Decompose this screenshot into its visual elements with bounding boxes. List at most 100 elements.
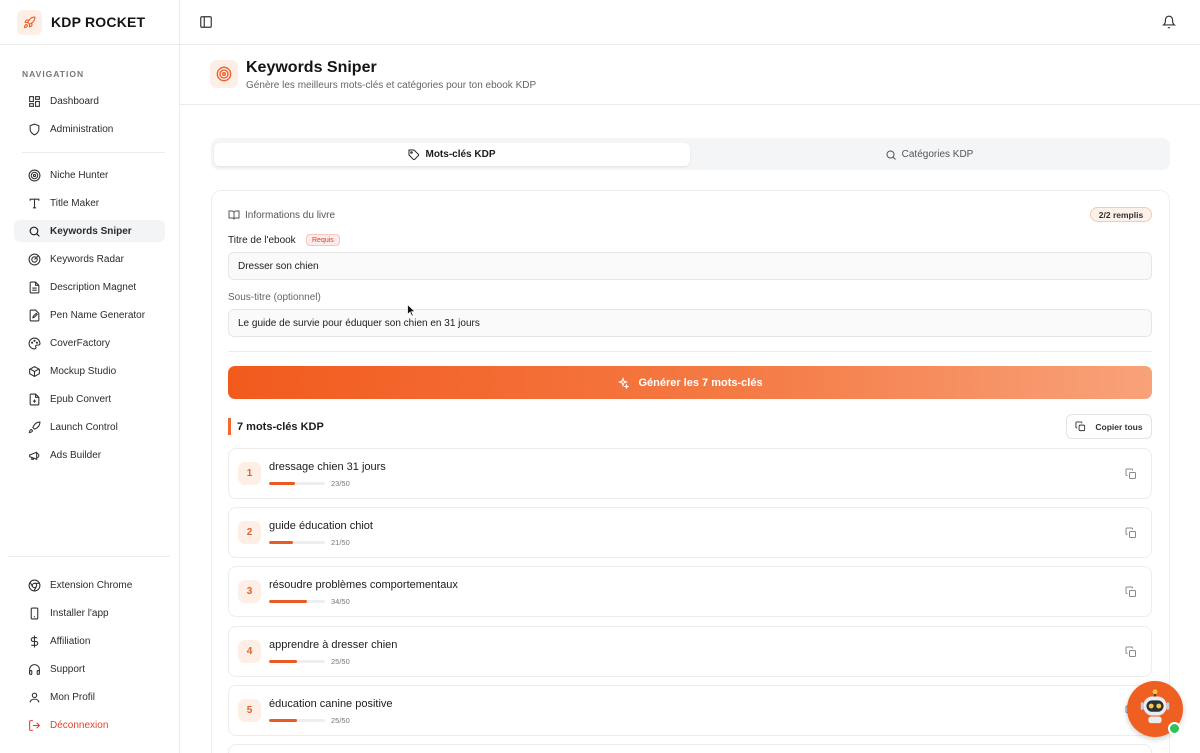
ebook-title-input[interactable]: Dresser son chien [228, 252, 1152, 280]
sidebar-item-label: Extension Chrome [50, 579, 133, 591]
tab-mots-cles-kdp[interactable]: Mots-clés KDP [214, 143, 690, 166]
sidebar-item-label: CoverFactory [50, 337, 111, 349]
sidebar-item-ads-builder[interactable]: Ads Builder [14, 444, 165, 466]
copy-icon [1075, 421, 1086, 432]
keyword-row: 5 éducation canine positive 25/50 [228, 685, 1152, 736]
page-header: Keywords Sniper Génère les meilleurs mot… [180, 45, 1200, 105]
tag-icon [408, 149, 420, 161]
sidebar-item-label: Dashboard [50, 95, 99, 107]
tab-label: Mots-clés KDP [425, 149, 496, 160]
sidebar-item-installer-app[interactable]: Installer l'app [14, 602, 165, 624]
copy-icon[interactable] [1125, 468, 1137, 480]
smartphone-icon [28, 607, 41, 620]
keyword-char-count: 34/50 [331, 597, 350, 606]
page-title: Keywords Sniper [246, 59, 377, 76]
fill-status-badge: 2/2 remplis [1090, 207, 1152, 222]
keyword-text: éducation canine positive [269, 698, 393, 710]
grid-icon [28, 95, 41, 108]
subtitle-field-label: Sous-titre (optionnel) [228, 292, 321, 303]
sidebar-item-epub-convert[interactable]: Epub Convert [14, 388, 165, 410]
copy-icon[interactable] [1125, 586, 1137, 598]
nav-section-label: NAVIGATION [22, 69, 85, 79]
sidebar-item-deconnexion[interactable]: Déconnexion [14, 714, 165, 736]
keyword-number: 4 [238, 640, 261, 663]
title-field-label: Titre de l'ebook [228, 235, 296, 246]
keyword-length-fill [269, 600, 308, 603]
keyword-number: 2 [238, 521, 261, 544]
keyword-row [228, 744, 1152, 753]
keyword-text: résoudre problèmes comportementaux [269, 579, 458, 591]
copy-all-button[interactable]: Copier tous [1066, 414, 1152, 439]
sidebar-item-label: Title Maker [50, 197, 100, 209]
keyword-length-bar [269, 660, 325, 663]
copy-all-label: Copier tous [1095, 421, 1143, 432]
keyword-char-count: 25/50 [331, 716, 350, 725]
user-icon [28, 691, 41, 704]
sidebar-item-extension-chrome[interactable]: Extension Chrome [14, 574, 165, 596]
sidebar-item-label: Ads Builder [50, 449, 102, 461]
sidebar-divider [8, 556, 170, 557]
sidebar-item-pen-name-generator[interactable]: Pen Name Generator [14, 304, 165, 326]
sidebar-item-title-maker[interactable]: Title Maker [14, 192, 165, 214]
sidebar-toggle-icon[interactable] [199, 15, 213, 29]
keyword-number: 3 [238, 580, 261, 603]
keyword-length-bar [269, 482, 325, 485]
sidebar-item-mon-profil[interactable]: Mon Profil [14, 686, 165, 708]
generate-keywords-button[interactable]: Générer les 7 mots-clés [228, 366, 1152, 399]
sidebar-item-label: Mockup Studio [50, 365, 117, 377]
keyword-text: apprendre à dresser chien [269, 639, 398, 651]
copy-icon[interactable] [1125, 527, 1137, 539]
sidebar-item-launch-control[interactable]: Launch Control [14, 416, 165, 438]
keywords-heading: 7 mots-clés KDP [228, 418, 324, 435]
bell-icon[interactable] [1161, 15, 1177, 29]
keyword-row: 4 apprendre à dresser chien 25/50 [228, 626, 1152, 677]
sidebar-item-label: Launch Control [50, 421, 118, 433]
required-badge: Requis [306, 234, 340, 246]
book-info-text: Informations du livre [245, 209, 336, 221]
keyword-char-count: 21/50 [331, 538, 350, 547]
radar-icon [28, 253, 41, 266]
sidebar-item-label: Affiliation [50, 635, 91, 647]
sidebar-item-niche-hunter[interactable]: Niche Hunter [14, 164, 165, 186]
sidebar-item-label: Epub Convert [50, 393, 112, 405]
sidebar-item-label: Keywords Radar [50, 253, 124, 265]
keyword-text: guide éducation chiot [269, 520, 373, 532]
sidebar-item-keywords-radar[interactable]: Keywords Radar [14, 248, 165, 270]
sidebar-item-keywords-sniper[interactable]: Keywords Sniper [14, 220, 165, 242]
ebook-subtitle-input[interactable]: Le guide de survie pour éduquer son chie… [228, 309, 1152, 337]
search-icon [28, 225, 41, 238]
box-icon [28, 365, 41, 378]
keyword-number: 5 [238, 699, 261, 722]
sidebar: KDP ROCKET NAVIGATION Dashboard Administ… [0, 0, 180, 753]
sidebar-item-label: Niche Hunter [50, 169, 109, 181]
sidebar-item-coverfactory[interactable]: CoverFactory [14, 332, 165, 354]
sidebar-item-administration[interactable]: Administration [14, 118, 165, 140]
sidebar-item-label: Keywords Sniper [50, 225, 132, 237]
keyword-length-fill [269, 541, 293, 544]
palette-icon [28, 337, 41, 350]
copy-icon[interactable] [1125, 646, 1137, 658]
keyword-length-fill [269, 660, 297, 663]
tab-label: Catégories KDP [901, 149, 974, 160]
sidebar-item-dashboard[interactable]: Dashboard [14, 90, 165, 112]
top-bar [180, 0, 1200, 45]
keyword-length-bar [269, 719, 325, 722]
online-status-dot [1168, 722, 1181, 735]
sidebar-item-label: Déconnexion [50, 719, 109, 731]
sidebar-item-label: Installer l'app [50, 607, 109, 619]
keyword-char-count: 23/50 [331, 479, 350, 488]
tab-bar: Mots-clés KDP Catégories KDP [211, 138, 1170, 170]
sidebar-item-affiliation[interactable]: Affiliation [14, 630, 165, 652]
sidebar-item-mockup-studio[interactable]: Mockup Studio [14, 360, 165, 382]
brand-name: KDP ROCKET [51, 14, 146, 30]
keyword-number: 1 [238, 462, 261, 485]
dollar-icon [28, 635, 41, 648]
keyword-text: dressage chien 31 jours [269, 461, 386, 473]
file-icon [28, 281, 41, 294]
page-subtitle: Génère les meilleurs mots-clés et catégo… [246, 80, 537, 91]
rocket-icon [28, 421, 41, 434]
brand[interactable]: KDP ROCKET [0, 0, 179, 45]
sidebar-item-description-magnet[interactable]: Description Magnet [14, 276, 165, 298]
sidebar-item-support[interactable]: Support [14, 658, 165, 680]
tab-categories-kdp[interactable]: Catégories KDP [690, 143, 1168, 166]
